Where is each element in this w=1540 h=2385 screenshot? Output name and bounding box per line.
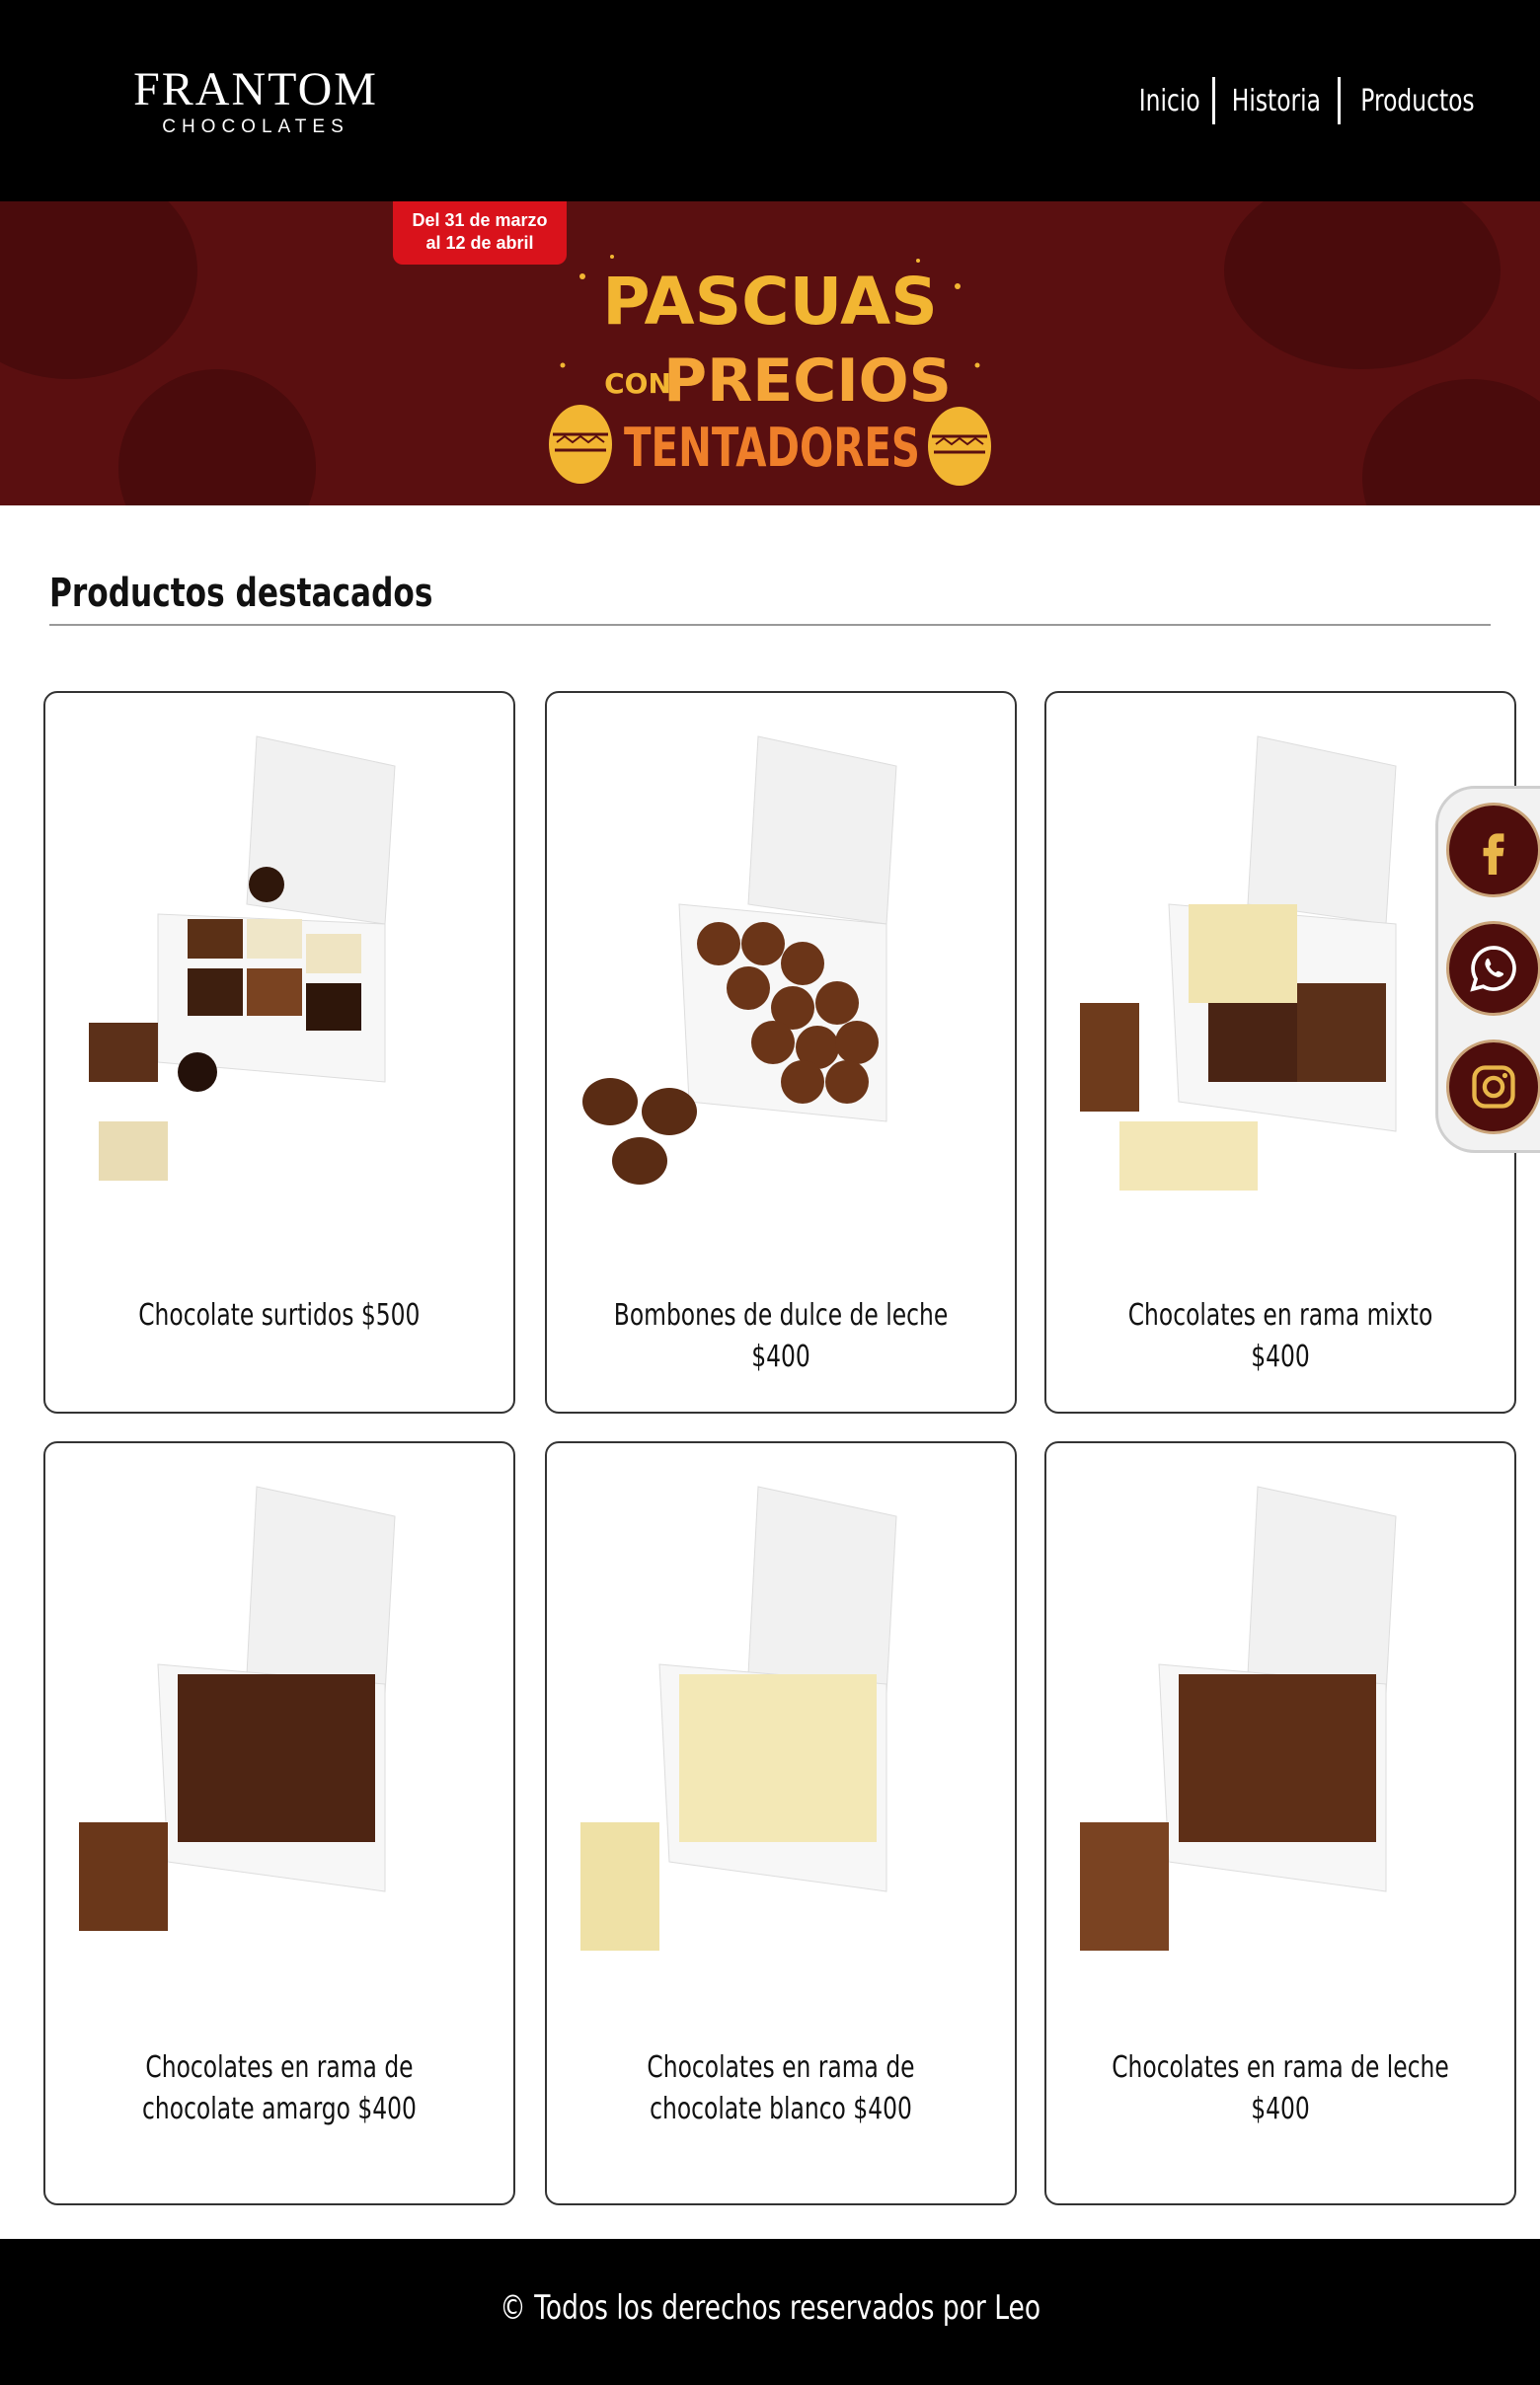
logo-sub-text: CHOCOLATES (162, 116, 349, 137)
product-image-milk-branches (1080, 1486, 1397, 1951)
headline-line2a: CON (604, 367, 671, 400)
instagram-button[interactable] (1446, 1039, 1540, 1134)
nav-link-inicio[interactable]: Inicio (1139, 84, 1200, 118)
product-card[interactable]: Chocolate surtidos $500 (43, 691, 515, 1414)
headline-line3: TENTADORES (624, 417, 920, 479)
product-label: Chocolates en rama de leche $400 (1112, 2050, 1449, 2126)
main-nav: Inicio Historia Productos (1130, 77, 1491, 124)
whatsapp-icon (1470, 946, 1516, 992)
product-image-dark-branches (79, 1486, 396, 1931)
promo-headline-art: PASCUAS CON PRECIOS TENTADORES (549, 255, 991, 486)
easter-egg-right-icon (928, 407, 991, 486)
whatsapp-button[interactable] (1446, 921, 1540, 1016)
promo-date-badge: Del 31 de marzo al 12 de abril (393, 201, 567, 265)
easter-egg-left-icon (549, 405, 612, 484)
headline-line2b: PRECIOS (663, 346, 952, 416)
promo-date-line2: al 12 de abril (425, 233, 534, 253)
banner-decoration (118, 369, 316, 505)
social-floating-bar (1435, 786, 1540, 1153)
product-image-assorted (89, 735, 396, 1181)
product-card[interactable]: Bombones de dulce de leche $400 (545, 691, 1017, 1414)
product-label: Chocolates en rama mixto $400 (1127, 1298, 1433, 1374)
nav-divider (1338, 77, 1342, 124)
product-label: Chocolates en rama de chocolate amargo $… (142, 2050, 417, 2126)
product-label: Chocolates en rama de chocolate blanco $… (647, 2050, 915, 2126)
facebook-icon (1483, 833, 1504, 875)
facebook-button[interactable] (1446, 803, 1540, 897)
product-card[interactable]: Chocolates en rama de chocolate blanco $… (545, 1441, 1017, 2205)
banner-decoration (0, 201, 197, 379)
promo-date-line1: Del 31 de marzo (412, 210, 548, 230)
product-card[interactable]: Chocolates en rama de chocolate amargo $… (43, 1441, 515, 2205)
section-title: Productos destacados (49, 571, 433, 616)
promo-banner[interactable]: Del 31 de marzo al 12 de abril PASCUAS C… (0, 201, 1540, 505)
logo-main-text: FRANTOM (133, 63, 378, 115)
product-label: Bombones de dulce de leche $400 (613, 1298, 949, 1374)
instagram-icon (1472, 1065, 1515, 1109)
nav-link-productos[interactable]: Productos (1360, 84, 1474, 118)
site-footer: © Todos los derechos reservados por Leo (0, 2239, 1540, 2385)
product-label: Chocolate surtidos $500 (138, 1298, 421, 1333)
nav-divider (1212, 77, 1216, 124)
product-image-bonbons (582, 735, 897, 1185)
section-divider (49, 624, 1491, 626)
headline-line1: PASCUAS (602, 264, 938, 340)
brand-logo[interactable]: FRANTOM CHOCOLATES (132, 65, 379, 138)
footer-copyright: © Todos los derechos reservados por Leo (500, 2288, 1040, 2328)
banner-decoration (1224, 201, 1501, 369)
banner-decoration (1362, 379, 1540, 505)
product-card[interactable]: Chocolates en rama de leche $400 (1044, 1441, 1516, 2205)
product-image-white-branches (580, 1486, 897, 1951)
site-header: FRANTOM CHOCOLATES Inicio Historia Produ… (0, 0, 1540, 201)
nav-link-historia[interactable]: Historia (1232, 84, 1321, 118)
